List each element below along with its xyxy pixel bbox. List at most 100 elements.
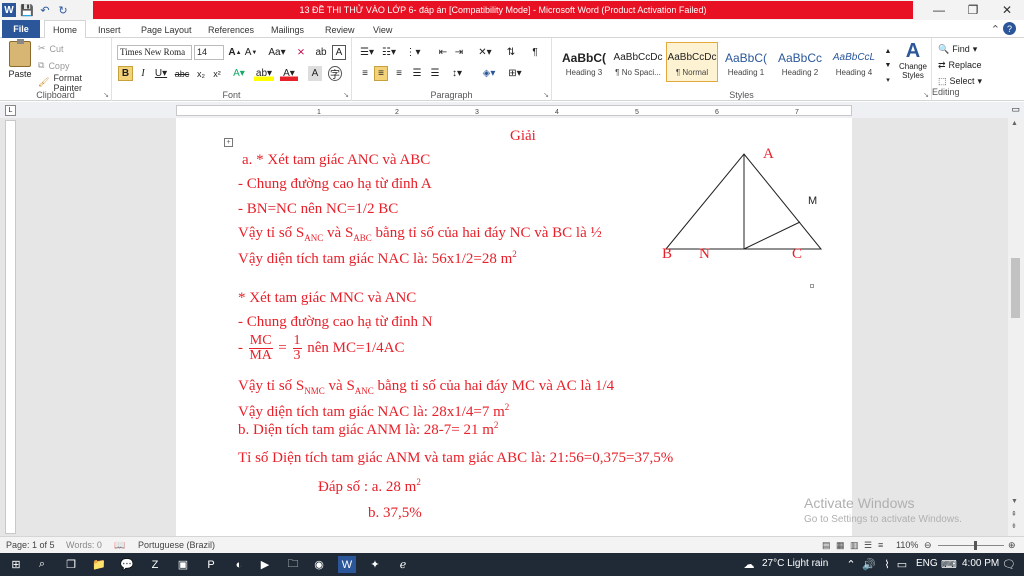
increase-indent-icon[interactable]: ⇥: [452, 45, 466, 60]
align-center-icon[interactable]: ≡: [374, 66, 388, 81]
find-button[interactable]: 🔍 Find ▾: [938, 41, 992, 57]
character-border-icon[interactable]: A: [332, 45, 346, 60]
tab-view[interactable]: View: [373, 22, 392, 38]
cut-button[interactable]: ✂ Cut: [38, 41, 111, 56]
edge-icon[interactable]: ℯ: [394, 556, 412, 573]
outline-icon[interactable]: ☰: [864, 540, 872, 551]
zoom-out-icon[interactable]: ⊖: [924, 540, 932, 551]
tab-insert[interactable]: Insert: [98, 22, 121, 38]
horizontal-ruler[interactable]: 1 2 3 4 5 6 7: [176, 105, 852, 116]
table-move-handle-icon[interactable]: +: [224, 138, 233, 147]
distributed-icon[interactable]: ☰: [428, 66, 442, 81]
dialog-launcher-icon[interactable]: ↘: [343, 91, 349, 99]
bold-button[interactable]: B: [118, 66, 133, 81]
font-name-select[interactable]: Times New Roma: [117, 45, 192, 60]
print-layout-icon[interactable]: ▤: [822, 540, 831, 551]
scroll-thumb[interactable]: [1011, 258, 1020, 318]
style-heading-2[interactable]: AaBbCc Heading 2: [774, 42, 826, 82]
zalo-icon[interactable]: Z: [146, 556, 164, 573]
web-layout-icon[interactable]: ▥: [850, 540, 859, 551]
zoom-in-icon[interactable]: ⊕: [1008, 540, 1016, 551]
tab-mailings[interactable]: Mailings: [271, 22, 304, 38]
bullets-icon[interactable]: ☰▾: [358, 45, 376, 60]
shading-icon[interactable]: ◈▾: [480, 66, 498, 81]
enclose-characters-icon[interactable]: 字: [328, 66, 342, 81]
sort-icon[interactable]: ⇅: [504, 45, 518, 60]
decrease-indent-icon[interactable]: ⇤: [436, 45, 450, 60]
align-right-icon[interactable]: ≡: [392, 66, 406, 81]
clear-format-icon[interactable]: ⨯: [294, 45, 308, 60]
store-icon[interactable]: ▣: [174, 556, 192, 573]
chat-icon[interactable]: 💬: [118, 556, 136, 573]
tab-review[interactable]: Review: [325, 22, 355, 38]
language-status[interactable]: Portuguese (Brazil): [138, 540, 215, 550]
battery-icon[interactable]: ▭: [893, 556, 911, 573]
minimize-button[interactable]: —: [922, 0, 956, 20]
zoom-slider[interactable]: [938, 545, 1004, 546]
powerpoint-icon[interactable]: P: [202, 556, 220, 573]
vertical-ruler[interactable]: [5, 120, 16, 534]
keyboard-icon[interactable]: ⌨: [940, 556, 958, 573]
text-effects-icon[interactable]: A▾: [230, 66, 248, 81]
multilevel-list-icon[interactable]: ⋮▾: [404, 45, 422, 60]
style-heading-3[interactable]: AaBbC( Heading 3: [558, 42, 610, 82]
styles-scroll-down-icon[interactable]: ▼: [884, 58, 892, 73]
format-painter-button[interactable]: 🖌 Format Painter: [38, 73, 111, 93]
save-icon[interactable]: 💾: [20, 3, 34, 17]
asian-layout-icon[interactable]: ✕▾: [476, 45, 494, 60]
numbering-icon[interactable]: ☷▾: [380, 45, 398, 60]
browser-icon[interactable]: ◐: [230, 556, 248, 573]
word-count[interactable]: Words: 0: [66, 540, 102, 550]
file-explorer-icon[interactable]: 📁: [90, 556, 108, 573]
ribbon-minimize-icon[interactable]: ⌃: [991, 23, 1000, 36]
draft-icon[interactable]: ≡: [878, 540, 883, 550]
youtube-icon[interactable]: ▶: [256, 556, 274, 573]
style-heading-1[interactable]: AaBbC( Heading 1: [720, 42, 772, 82]
prev-page-icon[interactable]: ⇞: [1011, 510, 1017, 518]
pilcrow-icon[interactable]: ¶: [528, 45, 542, 60]
tray-overflow-icon[interactable]: ⌃: [842, 556, 860, 573]
phonetic-guide-icon[interactable]: ab: [314, 45, 328, 60]
justify-icon[interactable]: ☰: [410, 66, 424, 81]
next-page-icon[interactable]: ⇟: [1011, 522, 1017, 530]
tab-references[interactable]: References: [208, 22, 254, 38]
proofing-icon[interactable]: 📖: [114, 540, 125, 551]
notifications-icon[interactable]: 🗨: [1000, 556, 1018, 573]
help-icon[interactable]: ?: [1003, 22, 1016, 35]
word-taskbar-icon[interactable]: W: [338, 556, 356, 573]
shrink-font-icon[interactable]: A ▼: [244, 45, 258, 60]
document-page[interactable]: + Giải a. * Xét tam giác ANC và ABC - Ch…: [176, 118, 852, 536]
tab-home[interactable]: Home: [44, 20, 87, 38]
undo-icon[interactable]: ↶: [38, 3, 52, 17]
dialog-launcher-icon[interactable]: ↘: [103, 91, 109, 99]
task-view-icon[interactable]: ❐: [62, 556, 80, 573]
styles-scroll-up-icon[interactable]: ▲: [884, 44, 892, 59]
change-styles-button[interactable]: A Change Styles: [894, 40, 932, 81]
copy-button[interactable]: ⧉ Copy: [38, 58, 111, 73]
folder-icon[interactable]: 🗀: [284, 556, 302, 573]
superscript-button[interactable]: x²: [210, 66, 224, 81]
weather-text[interactable]: 27°C Light rain: [762, 558, 828, 569]
search-icon[interactable]: ⌕: [33, 556, 51, 573]
change-case-icon[interactable]: Aa▾: [268, 45, 286, 60]
subscript-button[interactable]: x₂: [194, 66, 208, 81]
tab-file[interactable]: File: [2, 20, 40, 38]
chrome-icon[interactable]: ◉: [310, 556, 328, 573]
page-count[interactable]: Page: 1 of 5: [6, 540, 55, 550]
strikethrough-button[interactable]: abc: [174, 66, 190, 81]
replace-button[interactable]: ⇄ Replace: [938, 57, 992, 73]
character-shading-icon[interactable]: A: [308, 66, 322, 81]
tab-selector-icon[interactable]: L: [5, 105, 16, 116]
zoom-level[interactable]: 110%: [896, 540, 918, 550]
grow-font-icon[interactable]: A ▲: [228, 45, 242, 60]
input-language[interactable]: ENG: [916, 558, 938, 569]
weather-icon[interactable]: ☁: [740, 556, 758, 573]
restore-button[interactable]: ❐: [956, 0, 990, 20]
style-normal[interactable]: AaBbCcDc ¶ Normal: [666, 42, 718, 82]
full-screen-icon[interactable]: ▦: [836, 540, 845, 551]
align-left-icon[interactable]: ≡: [358, 66, 372, 81]
style-heading-4[interactable]: AaBbCcL Heading 4: [828, 42, 880, 82]
windows-start-icon[interactable]: ⊞: [7, 556, 25, 573]
line-spacing-icon[interactable]: ↕▾: [448, 66, 466, 81]
dialog-launcher-icon[interactable]: ↘: [923, 91, 929, 99]
